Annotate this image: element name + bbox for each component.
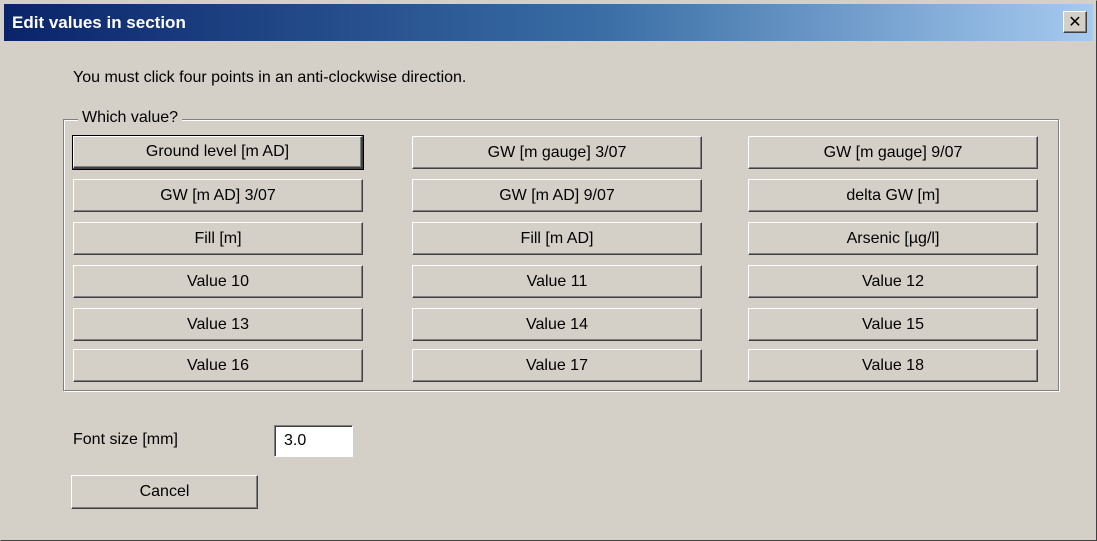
value-button-16[interactable]: Value 16 (73, 349, 363, 382)
value-button-18[interactable]: Value 18 (748, 349, 1038, 382)
cancel-button[interactable]: Cancel (71, 475, 258, 509)
window-title: Edit values in section (12, 13, 186, 32)
value-button-11[interactable]: Value 11 (412, 265, 702, 298)
close-button[interactable]: ✕ (1063, 11, 1087, 33)
value-button-arsenic[interactable]: Arsenic [µg/l] (748, 222, 1038, 255)
value-button-ground-level[interactable]: Ground level [m AD] (72, 135, 364, 170)
value-button-10[interactable]: Value 10 (73, 265, 363, 298)
value-button-gw-gauge-9-07[interactable]: GW [m gauge] 9/07 (748, 136, 1038, 169)
value-button-12[interactable]: Value 12 (748, 265, 1038, 298)
value-button-14[interactable]: Value 14 (412, 308, 702, 341)
value-button-fill-ad[interactable]: Fill [m AD] (412, 222, 702, 255)
which-value-group: Which value? Ground level [m AD] GW [m g… (63, 109, 1059, 391)
value-button-13[interactable]: Value 13 (73, 308, 363, 341)
close-icon: ✕ (1068, 14, 1082, 31)
font-size-input[interactable]: 3.0 (274, 425, 353, 457)
instruction-text: You must click four points in an anti-cl… (73, 69, 467, 86)
value-button-17[interactable]: Value 17 (412, 349, 702, 382)
value-button-fill[interactable]: Fill [m] (73, 222, 363, 255)
value-button-gw-ad-9-07[interactable]: GW [m AD] 9/07 (412, 179, 702, 212)
title-bar[interactable]: Edit values in section ✕ (4, 4, 1093, 41)
font-size-label: Font size [mm] (73, 431, 178, 448)
dialog-window: Edit values in section ✕ You must click … (0, 0, 1097, 541)
value-button-15[interactable]: Value 15 (748, 308, 1038, 341)
value-button-gw-ad-3-07[interactable]: GW [m AD] 3/07 (73, 179, 363, 212)
value-button-gw-gauge-3-07[interactable]: GW [m gauge] 3/07 (412, 136, 702, 169)
value-button-delta-gw[interactable]: delta GW [m] (748, 179, 1038, 212)
group-legend: Which value? (78, 109, 183, 127)
